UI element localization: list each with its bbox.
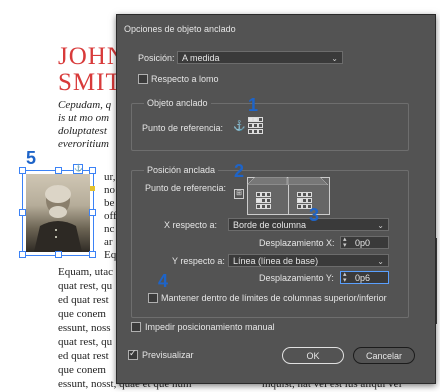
intro-line: everoritium	[58, 138, 109, 150]
body-line: ed quat rest	[58, 294, 109, 306]
anchor-marker-icon[interactable]: ⚓	[73, 164, 83, 174]
intro-line: Cepudam, q	[58, 99, 112, 111]
intro-line: is ut mo om	[58, 112, 110, 124]
ref-point[interactable]	[266, 204, 271, 209]
keep-within-label: Mantener dentro de límites de columnas s…	[161, 293, 387, 303]
dialog-title: Opciones de objeto anclado	[124, 24, 236, 34]
preview-checkbox[interactable]	[128, 348, 138, 360]
wrap-line: off	[104, 210, 117, 222]
y-offset-label: Desplazamiento Y:	[259, 273, 334, 283]
anchored-reference-point-label: Punto de referencia:	[145, 183, 227, 193]
body-line: essunt, noss	[58, 322, 111, 334]
intro-line: doluptatest	[58, 125, 107, 137]
ref-point[interactable]	[266, 198, 271, 203]
keep-within-checkbox[interactable]	[148, 293, 158, 303]
anchored-object-group-title: Objeto anclado	[144, 98, 211, 108]
body-line: quat rest, qu	[58, 336, 113, 348]
anchored-image-frame[interactable]	[22, 170, 94, 256]
body-line: que conem	[58, 364, 106, 376]
ref-point[interactable]	[307, 192, 312, 197]
stepper-arrows-icon[interactable]: ▴ ▾	[343, 236, 347, 249]
position-select[interactable]: A medida ⌄	[177, 51, 343, 64]
wrap-line: no	[104, 184, 115, 196]
prevent-manual-label: Impedir posicionamiento manual	[145, 322, 275, 332]
wrap-line: nc	[104, 223, 115, 235]
ref-point[interactable]	[307, 198, 312, 203]
resize-handle[interactable]	[89, 251, 96, 258]
callout-3: 3	[309, 205, 320, 225]
text-anchor-point-icon	[90, 186, 95, 191]
ok-button[interactable]: OK	[282, 347, 344, 364]
left-page-reference-grid[interactable]	[256, 192, 271, 209]
anchored-object-options-dialog: Opciones de objeto anclado Posición: A m…	[116, 14, 436, 384]
resize-handle[interactable]	[89, 167, 96, 174]
callout-2: 2	[234, 161, 245, 181]
spine-checkbox[interactable]	[138, 74, 148, 84]
heading-line-2: SMIT	[58, 69, 122, 96]
object-reference-point-grid[interactable]	[248, 117, 263, 134]
resize-handle[interactable]	[19, 209, 26, 216]
prevent-manual-checkbox[interactable]	[131, 322, 141, 332]
ref-point[interactable]	[266, 192, 271, 197]
callout-5: 5	[26, 148, 37, 168]
resize-handle[interactable]	[89, 209, 96, 216]
ref-point-middle-right[interactable]	[258, 123, 263, 128]
wrap-line: ar	[104, 236, 113, 248]
preview-label: Previsualizar	[142, 350, 194, 360]
body-line: ed quat rest	[58, 350, 109, 362]
position-select-value: A medida	[182, 53, 220, 63]
page-corner-icon	[246, 176, 329, 186]
wrap-line: ur,	[104, 171, 116, 183]
y-offset-value: 0p6	[355, 273, 371, 283]
anchored-position-group-title: Posición anclada	[144, 165, 219, 175]
y-relative-label: Y respecto a:	[172, 256, 225, 266]
body-line: Equam, utac	[58, 266, 113, 278]
portrait-icon	[34, 185, 82, 252]
anchor-icon: ⚓	[233, 121, 246, 132]
x-offset-value: 0p0	[355, 238, 371, 248]
x-relative-select-value: Borde de columna	[233, 220, 307, 230]
stepper-arrows-icon[interactable]: ▴ ▾	[343, 271, 347, 284]
x-relative-label: X respecto a:	[164, 220, 218, 230]
wrap-line: be	[104, 197, 115, 209]
body-line: quat rest, qu	[58, 280, 113, 292]
resize-handle[interactable]	[19, 167, 26, 174]
callout-1: 1	[248, 95, 259, 115]
chevron-down-icon: ⌄	[331, 54, 338, 63]
cancel-button[interactable]: Cancelar	[353, 347, 415, 364]
wrap-line: Eq	[104, 249, 117, 261]
ref-point-top-right[interactable]	[258, 117, 263, 122]
resize-handle[interactable]	[19, 251, 26, 258]
portrait-image	[26, 174, 90, 252]
position-label: Posición:	[138, 53, 175, 63]
spread-toggle-icon[interactable]: ⊞	[234, 189, 244, 199]
ref-point-bottom-right[interactable]	[258, 129, 263, 134]
y-offset-field[interactable]: ▴ ▾ 0p6	[340, 271, 389, 284]
callout-4: 4	[158, 271, 169, 291]
spine-label: Respecto a lomo	[151, 74, 219, 84]
adjacent-frame-edge	[436, 238, 440, 324]
body-line: que conem	[58, 308, 106, 320]
chevron-down-icon: ⌄	[377, 257, 384, 266]
resize-handle[interactable]	[55, 251, 62, 258]
x-offset-label: Desplazamiento X:	[259, 238, 335, 248]
chevron-down-icon: ⌄	[377, 221, 384, 230]
page-fold-marks	[246, 176, 329, 186]
resize-handle[interactable]	[55, 167, 62, 174]
y-relative-select-value: Línea (línea de base)	[233, 256, 319, 266]
object-reference-point-label: Punto de referencia:	[142, 123, 224, 133]
y-relative-select[interactable]: Línea (línea de base) ⌄	[228, 254, 389, 267]
x-offset-field[interactable]: ▴ ▾ 0p0	[340, 236, 389, 249]
